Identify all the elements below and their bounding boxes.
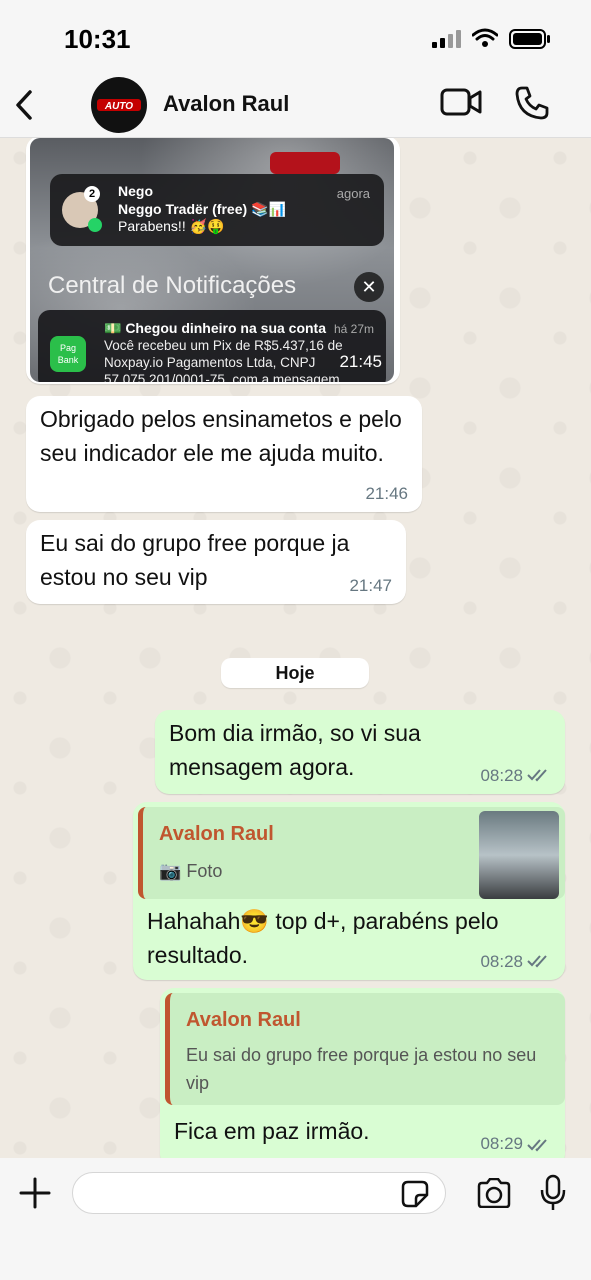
message-input[interactable]: [72, 1172, 446, 1214]
attach-plus-button[interactable]: [18, 1176, 52, 1210]
quoted-author: Avalon Raul: [186, 1009, 301, 1031]
message-time: 21:47: [349, 576, 392, 595]
received-photo[interactable]: 2 Nego Neggo Tradër (free) 📚📊 Parabens!!…: [30, 138, 394, 382]
read-receipt-icon: [527, 955, 547, 968]
status-time: 10:31: [64, 24, 131, 54]
outgoing-reply-message[interactable]: Avalon Raul 📷 Foto Hahahah😎 top d+, para…: [133, 802, 565, 980]
quoted-text: Eu sai do grupo free porque ja estou no …: [186, 1045, 537, 1093]
notification-badge: 2: [84, 186, 100, 202]
quoted-message[interactable]: Avalon Raul 📷 Foto: [138, 807, 565, 899]
back-button[interactable]: [10, 87, 40, 123]
notification-when: agora: [336, 186, 370, 201]
read-receipt-icon: [527, 769, 547, 782]
pix-notification-when: há 27m: [333, 322, 374, 336]
notification-group: Neggo Tradër (free) 📚📊: [118, 201, 286, 217]
message-time: 08:28: [480, 952, 523, 971]
message-composer: [0, 1158, 591, 1280]
message-time: 08:28: [480, 766, 523, 785]
read-receipt-icon: [527, 1139, 547, 1152]
message-text: Fica em paz irmão.: [174, 1118, 370, 1144]
close-icon: ✕: [354, 272, 384, 302]
quoted-message[interactable]: Avalon Raul Eu sai do grupo free porque …: [165, 993, 565, 1105]
car-taillight: [270, 152, 340, 174]
message-time: 21:45: [339, 352, 382, 371]
cellular-signal-icon: [432, 30, 461, 48]
wifi-icon: [472, 28, 498, 47]
message-time: 21:46: [365, 484, 408, 503]
outgoing-reply-message[interactable]: Avalon Raul Eu sai do grupo free porque …: [160, 988, 565, 1158]
message-text: Obrigado pelos ensinametos e pelo seu in…: [40, 406, 402, 466]
message-text: Eu sai do grupo free porque ja estou no …: [40, 530, 350, 590]
video-call-button[interactable]: [440, 87, 482, 117]
pix-notification: Pag Bank 💵 Chegou dinheiro na sua conta …: [38, 310, 386, 382]
avatar-brand-text: AUTO: [104, 101, 133, 112]
whatsapp-icon: [88, 218, 102, 232]
pagbank-app-icon: Pag Bank: [50, 336, 86, 372]
notification-text: Parabens!! 🥳🤑: [118, 218, 225, 234]
contact-avatar[interactable]: AUTO: [91, 77, 147, 133]
brand-logo-icon: AUTO: [97, 99, 141, 112]
notification-center-title: Central de Notificações: [48, 272, 297, 299]
quoted-photo-thumbnail: [479, 811, 559, 899]
outgoing-message[interactable]: Bom dia irmão, so vi sua mensagem agora.…: [155, 710, 565, 794]
message-text: Bom dia irmão, so vi sua mensagem agora.: [169, 720, 421, 780]
status-bar: 10:31: [0, 0, 591, 75]
message-time: 08:29: [480, 1134, 523, 1153]
chat-header: AUTO Avalon Raul: [0, 75, 591, 138]
incoming-message[interactable]: Eu sai do grupo free porque ja estou no …: [26, 520, 406, 604]
quoted-author: Avalon Raul: [159, 823, 274, 845]
quoted-text: 📷 Foto: [159, 861, 223, 881]
voice-call-button[interactable]: [514, 85, 550, 121]
battery-icon: [509, 29, 550, 49]
sticker-icon[interactable]: [400, 1179, 430, 1209]
photo-message[interactable]: 2 Nego Neggo Tradër (free) 📚📊 Parabens!!…: [26, 138, 400, 384]
pix-notification-body: Você recebeu um Pix de R$5.437,16 de Nox…: [104, 338, 343, 382]
camera-button[interactable]: [476, 1178, 512, 1208]
chat-area[interactable]: 2 Nego Neggo Tradër (free) 📚📊 Parabens!!…: [0, 138, 591, 1158]
pix-notification-title: 💵 Chegou dinheiro na sua conta: [104, 320, 327, 336]
contact-name[interactable]: Avalon Raul: [163, 91, 289, 117]
notification-card: 2 Nego Neggo Tradër (free) 📚📊 Parabens!!…: [50, 174, 384, 246]
incoming-message[interactable]: Obrigado pelos ensinametos e pelo seu in…: [26, 396, 422, 512]
notification-sender: Nego: [118, 183, 153, 199]
microphone-button[interactable]: [540, 1174, 566, 1212]
date-separator: Hoje: [221, 658, 369, 688]
